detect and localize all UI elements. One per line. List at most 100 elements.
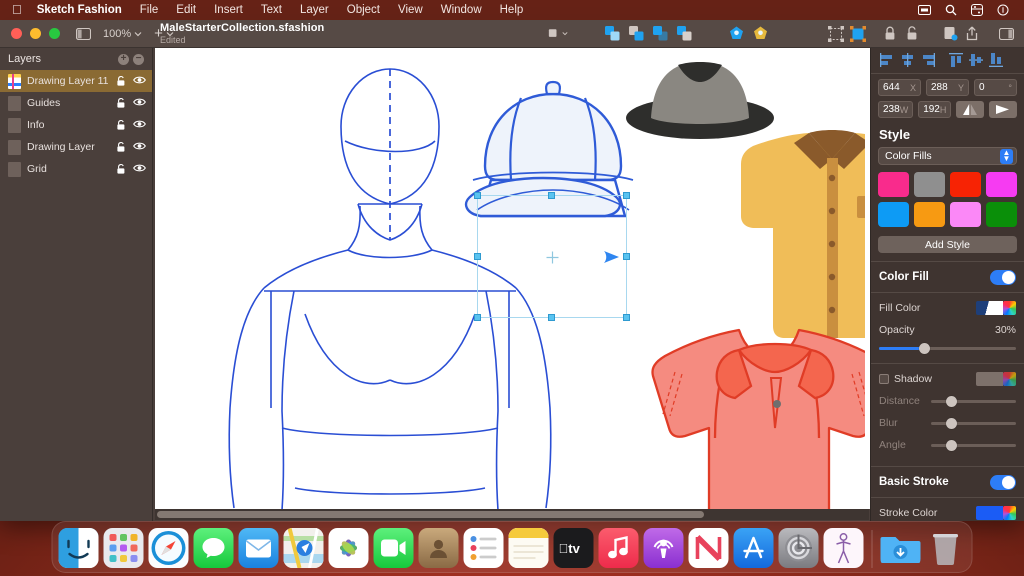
zoom-level-dropdown[interactable]: 100% <box>97 24 148 44</box>
menu-item-object[interactable]: Object <box>338 0 389 20</box>
eye-icon[interactable] <box>133 119 145 131</box>
align-bottom-icon[interactable] <box>986 51 1006 69</box>
stroke-color-swatch[interactable] <box>976 506 1016 520</box>
unlock-icon[interactable] <box>115 141 127 153</box>
share-icon[interactable] <box>962 24 982 44</box>
sidebar-item-info[interactable]: Info <box>0 114 152 136</box>
swatch-orange[interactable] <box>914 202 945 227</box>
close-button[interactable] <box>11 28 22 39</box>
canvas-horizontal-scrollbar[interactable] <box>155 509 869 520</box>
menu-item-edit[interactable]: Edit <box>167 0 205 20</box>
menu-item-layer[interactable]: Layer <box>291 0 338 20</box>
align-middle-icon[interactable] <box>966 51 986 69</box>
align-center-icon[interactable] <box>897 51 917 69</box>
style-preset-dropdown[interactable]: Color Fills ▲▼ <box>878 147 1017 165</box>
align-left-icon[interactable] <box>877 51 897 69</box>
select-object-icon[interactable] <box>848 24 868 44</box>
transform-icon[interactable] <box>826 24 846 44</box>
screen-mirroring-icon[interactable] <box>911 5 938 15</box>
menu-item-text[interactable]: Text <box>252 0 291 20</box>
align-top-icon[interactable] <box>946 51 966 69</box>
swatch-red[interactable] <box>950 172 981 197</box>
add-layer-button[interactable]: + <box>118 54 129 65</box>
dock-item-system-settings[interactable] <box>779 528 819 568</box>
menu-item-view[interactable]: View <box>389 0 432 20</box>
selection-handle-sw[interactable] <box>474 314 481 321</box>
angle-slider[interactable] <box>931 438 1016 452</box>
maximize-button[interactable] <box>49 28 60 39</box>
color-wheel-icon[interactable] <box>1003 301 1016 315</box>
dock-item-launchpad[interactable] <box>104 528 144 568</box>
opacity-slider[interactable] <box>879 341 1016 355</box>
lock-icon[interactable] <box>880 24 900 44</box>
shadow-color-swatch[interactable] <box>976 372 1016 386</box>
unlock-icon[interactable] <box>115 163 127 175</box>
canvas-area[interactable] <box>153 48 870 521</box>
edit-shape-icon[interactable] <box>726 24 746 44</box>
menu-item-help[interactable]: Help <box>491 0 533 20</box>
selection-handle-w[interactable] <box>474 253 481 260</box>
x-field[interactable]: 644 X <box>878 79 921 96</box>
dock-item-safari[interactable] <box>149 528 189 568</box>
dock-item-news[interactable] <box>689 528 729 568</box>
unlock-icon[interactable] <box>115 97 127 109</box>
dock-item-mail[interactable] <box>239 528 279 568</box>
dock-item-facetime[interactable] <box>374 528 414 568</box>
height-field[interactable]: 192 H <box>918 101 951 118</box>
siri-icon[interactable] <box>990 4 1016 16</box>
inspector-toggle-icon[interactable] <box>996 24 1016 44</box>
selection-handle-nw[interactable] <box>474 192 481 199</box>
dock-item-contacts[interactable] <box>419 528 459 568</box>
dock-item-finder[interactable] <box>59 528 99 568</box>
selection-handle-n[interactable] <box>548 192 555 199</box>
blur-slider[interactable] <box>931 416 1016 430</box>
union-icon[interactable] <box>602 24 622 44</box>
menu-item-file[interactable]: File <box>131 0 168 20</box>
y-field[interactable]: 288 Y <box>926 79 969 96</box>
dock-item-maps[interactable] <box>284 528 324 568</box>
width-field[interactable]: 238 W <box>878 101 913 118</box>
shape-picker-icon[interactable] <box>548 24 568 44</box>
color-wheel-icon[interactable] <box>1003 506 1016 520</box>
search-icon[interactable] <box>938 4 964 16</box>
selection-handle-e[interactable] <box>623 253 630 260</box>
menu-item-insert[interactable]: Insert <box>205 0 252 20</box>
subtract-icon[interactable] <box>626 24 646 44</box>
swatch-magenta[interactable] <box>986 172 1017 197</box>
eye-icon[interactable] <box>133 141 145 153</box>
sidebar-item-guides[interactable]: Guides <box>0 92 152 114</box>
dock-item-notes[interactable] <box>509 528 549 568</box>
dock-item-podcasts[interactable] <box>644 528 684 568</box>
mask-icon[interactable] <box>750 24 770 44</box>
selection-handle-s[interactable] <box>548 314 555 321</box>
selection-handle-ne[interactable] <box>623 192 630 199</box>
fill-color-swatch[interactable] <box>976 301 1016 315</box>
basic-stroke-toggle[interactable] <box>990 475 1016 490</box>
shadow-checkbox[interactable] <box>879 374 889 384</box>
selection-handle-se[interactable] <box>623 314 630 321</box>
dock-item-trash[interactable] <box>926 528 966 568</box>
sidebar-item-drawing-layer[interactable]: Drawing Layer <box>0 136 152 158</box>
dock-item-messages[interactable] <box>194 528 234 568</box>
dock-item-reminders[interactable] <box>464 528 504 568</box>
unlock-icon[interactable] <box>902 24 922 44</box>
swatch-pink[interactable] <box>878 172 909 197</box>
color-fill-toggle[interactable] <box>990 270 1016 285</box>
menu-app-name[interactable]: Sketch Fashion <box>31 0 131 20</box>
swatch-green[interactable] <box>986 202 1017 227</box>
remove-layer-button[interactable]: − <box>133 54 144 65</box>
eye-icon[interactable] <box>133 75 145 87</box>
dock-item-downloads-folder[interactable] <box>881 528 921 568</box>
artboard[interactable] <box>155 48 870 509</box>
align-right-icon[interactable] <box>917 51 937 69</box>
dock-item-apple-tv[interactable]: tv <box>554 528 594 568</box>
sidebar-item-grid[interactable]: Grid <box>0 158 152 180</box>
dock-item-sketch-fashion[interactable] <box>824 528 864 568</box>
scrollbar-thumb[interactable] <box>157 511 704 518</box>
dock-item-photos[interactable] <box>329 528 369 568</box>
eye-icon[interactable] <box>133 97 145 109</box>
sidebar-item-drawing-layer-11[interactable]: Drawing Layer 11 <box>0 70 152 92</box>
add-style-button[interactable]: Add Style <box>878 236 1017 253</box>
menu-item-window[interactable]: Window <box>432 0 491 20</box>
unlock-icon[interactable] <box>115 119 127 131</box>
